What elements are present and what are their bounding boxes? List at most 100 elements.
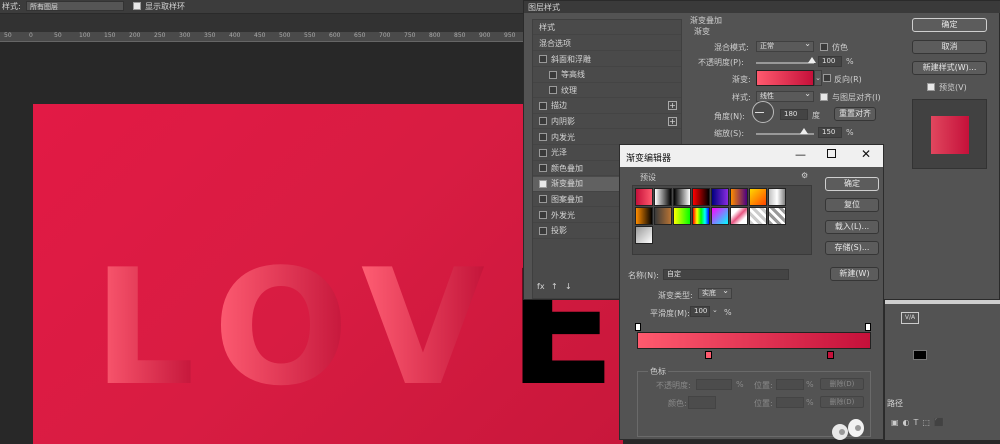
blend-mode-select[interactable]: 正常 <box>756 39 814 52</box>
style-select[interactable]: 所有图层 <box>26 1 124 11</box>
gradient-editor-dialog: 渐变编辑器 — ✕ 预设 ⚙ 确定 复位 载入(L)... 存储(S)... 名… <box>619 144 884 440</box>
gradient-preset-swatch[interactable] <box>711 207 729 225</box>
ge-reset-button[interactable]: 复位 <box>825 198 879 212</box>
gradient-preset-swatch[interactable] <box>730 207 748 225</box>
ge-new-button[interactable]: 新建(W) <box>830 267 879 281</box>
opacity-stop-left[interactable] <box>635 323 641 331</box>
style-item[interactable]: 内阴影 + <box>533 114 681 130</box>
gradient-preset-swatch[interactable] <box>673 207 691 225</box>
stop-opacity-input[interactable] <box>696 379 732 390</box>
gradient-preview[interactable] <box>756 70 814 86</box>
style-item-checkbox[interactable] <box>539 133 547 141</box>
smooth-input[interactable]: 100 <box>690 306 710 317</box>
style-item-checkbox[interactable] <box>539 101 547 110</box>
gradient-bar[interactable] <box>637 332 871 349</box>
type-select[interactable]: 实底 <box>698 286 732 299</box>
style-item[interactable]: 描边 + <box>533 99 681 114</box>
gradient-label: 渐变: <box>732 75 751 84</box>
gradient-preset-swatch[interactable] <box>730 188 748 206</box>
gradient-preset-swatch[interactable] <box>711 188 729 206</box>
add-style-icon[interactable]: + <box>668 101 677 111</box>
new-style-button[interactable]: 新建样式(W)... <box>912 61 987 75</box>
color-swatch-black[interactable] <box>913 350 927 360</box>
style-item-checkbox[interactable] <box>539 164 547 173</box>
show-sampling-checkbox[interactable] <box>133 2 141 10</box>
preview-swatch <box>931 116 969 154</box>
style-item-checkbox[interactable] <box>539 148 547 157</box>
stop-color-delete-button[interactable]: 删除(D) <box>820 396 864 408</box>
gradient-preset-swatch[interactable] <box>654 207 672 225</box>
gradient-preset-swatch[interactable] <box>768 188 786 206</box>
fx-icon[interactable]: fx <box>537 282 545 291</box>
ruler-tick-label: 100 <box>79 32 91 39</box>
move-down-icon[interactable]: ↓ <box>565 282 572 291</box>
color-stop-right[interactable] <box>827 351 834 359</box>
stop-color-position-input[interactable] <box>776 397 804 408</box>
name-input[interactable]: 自定 <box>663 269 789 280</box>
reverse-checkbox[interactable] <box>823 74 831 82</box>
style-item-checkbox[interactable] <box>539 211 547 219</box>
scale-input[interactable]: 150 <box>818 127 842 138</box>
style-item-label: 图案叠加 <box>551 194 583 204</box>
blend-options-item[interactable]: 混合选项 <box>533 36 681 51</box>
style-item[interactable]: 斜面和浮雕 <box>533 52 681 67</box>
ge-load-button[interactable]: 载入(L)... <box>825 220 879 234</box>
stop-opacity-delete-button[interactable]: 删除(D) <box>820 378 864 390</box>
gradient-dropdown-arrow[interactable]: ⌄ <box>814 70 822 86</box>
style-item-checkbox[interactable] <box>539 117 547 126</box>
layer-toolbar-icons[interactable]: ▣◐T⬚⬛ <box>891 418 991 428</box>
angle-dial[interactable] <box>752 101 774 123</box>
preview-checkbox[interactable] <box>927 83 935 91</box>
gradient-preset-swatch[interactable] <box>749 207 767 225</box>
color-stop-left[interactable] <box>705 351 712 359</box>
gradient-preset-swatch[interactable] <box>692 188 710 206</box>
ge-save-button[interactable]: 存储(S)... <box>825 241 879 255</box>
gradient-preset-swatch[interactable] <box>635 207 653 225</box>
add-style-icon[interactable]: + <box>668 116 677 126</box>
gradient-preset-swatch[interactable] <box>768 207 786 225</box>
paths-tab[interactable]: 路径 <box>887 398 903 409</box>
gradient-preset-swatch[interactable] <box>635 188 653 206</box>
preview-label: 预览(V) <box>939 83 967 92</box>
maximize-icon[interactable] <box>827 149 836 158</box>
minimize-icon[interactable]: — <box>795 148 806 161</box>
style-item[interactable]: 等高线 <box>533 68 681 83</box>
scale-slider-thumb[interactable] <box>800 128 808 134</box>
opacity-label: 不透明度(P): <box>698 58 744 67</box>
style-item-checkbox[interactable] <box>539 195 547 204</box>
style-item-checkbox[interactable] <box>549 70 557 79</box>
cancel-button[interactable]: 取消 <box>912 40 987 54</box>
style-item-checkbox[interactable] <box>539 226 547 235</box>
presets-gear-icon[interactable]: ⚙ <box>801 171 808 180</box>
gradient-preset-swatch[interactable] <box>673 188 691 206</box>
stop-color-swatch[interactable] <box>688 396 716 409</box>
align-checkbox[interactable] <box>820 93 828 101</box>
close-icon[interactable]: ✕ <box>861 147 871 161</box>
layer-style-titlebar[interactable]: 图层样式 <box>524 1 1000 13</box>
styles-header[interactable]: 样式 <box>533 20 681 35</box>
gradient-preset-swatch[interactable] <box>654 188 672 206</box>
gradient-preset-swatch[interactable] <box>635 226 653 244</box>
dither-checkbox[interactable] <box>820 43 828 51</box>
angle-input[interactable]: 180 <box>780 109 808 120</box>
style-item[interactable]: 纹理 <box>533 83 681 99</box>
opacity-slider[interactable] <box>756 62 814 64</box>
gradient-editor-titlebar[interactable]: 渐变编辑器 — ✕ <box>620 145 883 167</box>
smooth-dropdown[interactable]: ⌄ <box>712 306 718 316</box>
ok-button[interactable]: 确定 <box>912 18 987 32</box>
opacity-slider-thumb[interactable] <box>808 57 816 63</box>
style-item-checkbox[interactable] <box>539 179 547 188</box>
ruler-tick-label: 650 <box>354 32 366 39</box>
stop-opacity-position-input[interactable] <box>776 379 804 390</box>
ge-ok-button[interactable]: 确定 <box>825 177 879 191</box>
gradient-preset-swatch[interactable] <box>749 188 767 206</box>
style-item-checkbox[interactable] <box>549 86 557 95</box>
move-up-icon[interactable]: ↑ <box>551 282 558 291</box>
text-format-icon[interactable]: V/A <box>901 312 919 324</box>
reset-align-button[interactable]: 重置对齐 <box>834 107 876 121</box>
opacity-stop-right[interactable] <box>865 323 871 331</box>
gradient-preset-swatch[interactable] <box>692 207 710 225</box>
style-item[interactable]: 内发光 <box>533 130 681 145</box>
style-item-checkbox[interactable] <box>539 55 547 63</box>
opacity-input[interactable]: 100 <box>818 56 842 67</box>
